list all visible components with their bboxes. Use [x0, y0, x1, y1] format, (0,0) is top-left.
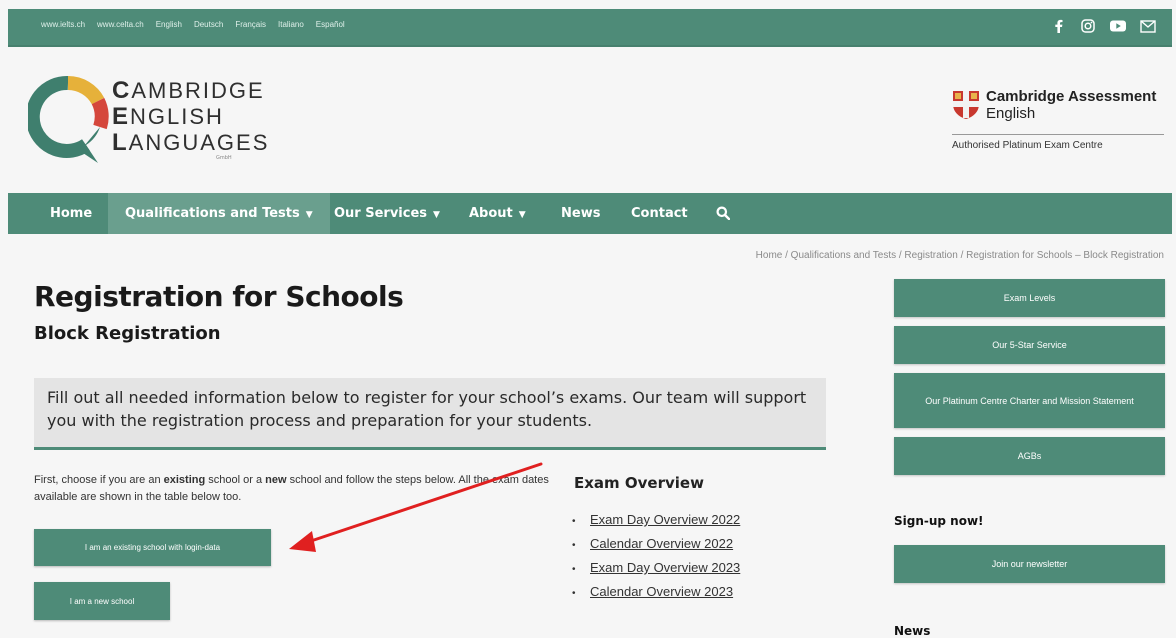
- nav-news[interactable]: News: [561, 193, 600, 234]
- bullet-icon: •: [572, 516, 576, 527]
- info-text: Fill out all needed information below to…: [47, 388, 807, 430]
- logo-cap-l: L: [112, 129, 129, 156]
- logo-q-mark: [28, 75, 109, 163]
- main-nav: Home Qualifications and Tests ▼ Our Servi…: [8, 193, 1172, 234]
- partner-logo[interactable]: Cambridge Assessment English Authorised …: [952, 88, 1164, 158]
- chevron-down-icon: ▼: [305, 210, 313, 220]
- breadcrumb[interactable]: Home / Qualifications and Tests / Regist…: [756, 250, 1164, 261]
- nav-services[interactable]: Our Services ▼: [334, 193, 440, 234]
- list-item: • Exam Day Overview 2023: [572, 557, 740, 581]
- lang-francais[interactable]: Français: [235, 20, 266, 29]
- link-celta[interactable]: www.celta.ch: [97, 20, 144, 29]
- site-logo[interactable]: CAMBRIDGE ENGLISH LANGUAGES GmbH: [28, 75, 267, 175]
- nav-home[interactable]: Home: [50, 193, 92, 234]
- bullet-icon: •: [572, 564, 576, 575]
- nav-contact-label: Contact: [631, 206, 688, 221]
- sidebar-agbs-button[interactable]: AGBs: [894, 437, 1165, 475]
- new-school-button[interactable]: I am a new school: [34, 582, 170, 620]
- partner-authorised: Authorised Platinum Exam Centre: [952, 140, 1103, 151]
- list-item: • Exam Day Overview 2022: [572, 509, 740, 533]
- signup-heading: Sign-up now!: [894, 514, 984, 528]
- nav-home-label: Home: [50, 206, 93, 221]
- bullet-icon: •: [572, 540, 576, 551]
- list-item: • Calendar Overview 2022: [572, 533, 740, 557]
- logo-word-english: NGLISH: [130, 104, 224, 129]
- intro-text: First, choose if you are an existing sch…: [34, 472, 554, 506]
- info-box: Fill out all needed information below to…: [34, 378, 826, 450]
- bullet-icon: •: [572, 588, 576, 599]
- partner-title: Cambridge Assessment: [986, 88, 1157, 105]
- exam-overview-list: • Exam Day Overview 2022 • Calendar Overvi…: [572, 509, 740, 605]
- exam-overview-heading: Exam Overview: [574, 474, 704, 492]
- youtube-icon[interactable]: [1110, 18, 1126, 34]
- existing-school-button[interactable]: I am an existing school with login-data: [34, 529, 271, 566]
- exam-day-2022-link[interactable]: Exam Day Overview 2022: [590, 512, 740, 527]
- nav-services-label: Our Services: [334, 206, 428, 221]
- intro-part1: First, choose if you are an: [34, 474, 164, 486]
- link-ielts[interactable]: www.ielts.ch: [41, 20, 85, 29]
- nav-contact[interactable]: Contact: [631, 193, 688, 234]
- nav-news-label: News: [561, 206, 601, 221]
- newsletter-button[interactable]: Join our newsletter: [894, 545, 1165, 583]
- intro-bold-new: new: [265, 474, 287, 486]
- calendar-2022-link[interactable]: Calendar Overview 2022: [590, 536, 733, 551]
- logo-gmbh: GmbH: [216, 155, 232, 161]
- top-bar: www.ielts.ch www.celta.ch English Deutsc…: [8, 9, 1172, 47]
- logo-word-cambridge: AMBRIDGE: [131, 78, 265, 103]
- nav-about-label: About: [469, 206, 513, 221]
- logo-word-languages: ANGUAGES: [128, 130, 270, 155]
- shield-icon: [953, 91, 979, 119]
- news-heading: News: [894, 624, 931, 638]
- chevron-down-icon: ▼: [518, 210, 526, 220]
- partner-divider: [952, 134, 1164, 135]
- top-links: www.ielts.ch www.celta.ch English Deutsc…: [41, 20, 345, 29]
- instagram-icon[interactable]: [1080, 18, 1096, 34]
- intro-bold-existing: existing: [163, 474, 206, 486]
- partner-subtitle: English: [986, 105, 1036, 122]
- facebook-icon[interactable]: [1050, 18, 1066, 34]
- logo-cap-e: E: [112, 103, 131, 130]
- lang-english[interactable]: English: [156, 20, 182, 29]
- search-icon[interactable]: [716, 206, 731, 222]
- social-links: [1050, 18, 1156, 34]
- chevron-down-icon: ▼: [433, 210, 440, 220]
- sidebar-exam-levels-button[interactable]: Exam Levels: [894, 279, 1165, 317]
- calendar-2023-link[interactable]: Calendar Overview 2023: [590, 584, 733, 599]
- logo-wordmark: CAMBRIDGE ENGLISH LANGUAGES: [112, 78, 269, 156]
- nav-about[interactable]: About ▼: [469, 193, 526, 234]
- nav-qualifications-label: Qualifications and Tests: [125, 206, 300, 221]
- logo-cap-c: C: [112, 77, 132, 104]
- lang-italiano[interactable]: Italiano: [278, 20, 304, 29]
- sidebar-5-star-service-button[interactable]: Our 5-Star Service: [894, 326, 1165, 364]
- list-item: • Calendar Overview 2023: [572, 581, 740, 605]
- page-title: Registration for Schools: [34, 280, 404, 313]
- page-subtitle: Block Registration: [34, 323, 221, 344]
- nav-qualifications[interactable]: Qualifications and Tests ▼: [108, 193, 330, 234]
- sidebar-platinum-charter-button[interactable]: Our Platinum Centre Charter and Mission …: [894, 373, 1165, 428]
- lang-deutsch[interactable]: Deutsch: [194, 20, 223, 29]
- exam-day-2023-link[interactable]: Exam Day Overview 2023: [590, 560, 740, 575]
- mail-icon[interactable]: [1140, 18, 1156, 34]
- intro-part2: school or a: [205, 474, 266, 486]
- lang-espanol[interactable]: Español: [316, 20, 345, 29]
